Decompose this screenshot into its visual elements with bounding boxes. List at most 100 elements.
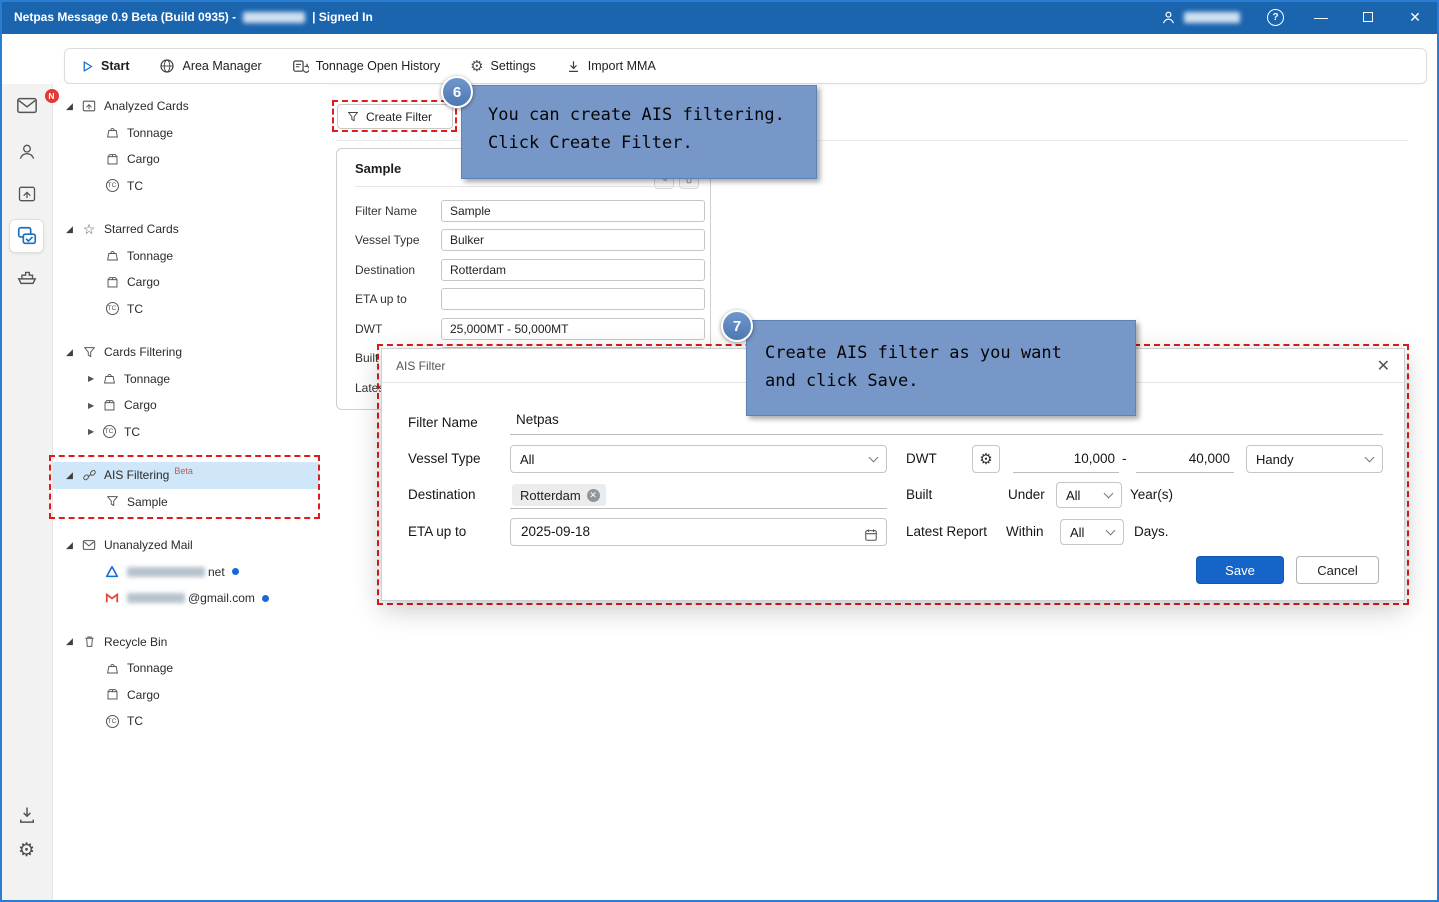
expand-icon[interactable]: ◢: [66, 540, 81, 551]
sidebar-item-label: Cargo: [127, 688, 160, 702]
sidebar-item-cards-filtering[interactable]: ◢ Cards Filtering: [53, 339, 327, 366]
contacts-rail-button[interactable]: [0, 142, 53, 162]
built-prefix: Under: [1008, 487, 1045, 502]
filter-icon: [104, 495, 120, 508]
settings-button[interactable]: ⚙ Settings: [470, 59, 536, 74]
app-window: Netpas Message 0.9 Beta (Build 0935) - |…: [0, 0, 1439, 902]
sidebar-item-unanalyzed-mail[interactable]: ◢ Unanalyzed Mail: [53, 532, 327, 559]
sidebar-item-mail-account-2[interactable]: @gmail.com: [53, 585, 327, 612]
help-button[interactable]: ?: [1267, 9, 1284, 26]
remove-destination-icon[interactable]: ✕: [587, 489, 600, 502]
sidebar-item-analyzed-cards[interactable]: ◢ Analyzed Cards: [53, 93, 327, 120]
sidebar-item-cargo[interactable]: Cargo: [53, 146, 327, 173]
cards-icon: [16, 225, 38, 247]
sidebar-item-cargo[interactable]: ▶ Cargo: [53, 392, 327, 419]
vessel-type-input[interactable]: Bulker: [441, 229, 705, 251]
calendar-icon[interactable]: [864, 525, 878, 551]
maximize-button[interactable]: [1358, 7, 1378, 27]
latest-report-select[interactable]: All: [1060, 519, 1124, 545]
dwt-input[interactable]: 25,000MT - 50,000MT: [441, 318, 705, 340]
mail-rail-button[interactable]: N: [0, 94, 53, 121]
analyzed-rail-button[interactable]: [0, 184, 53, 204]
eta-date-input[interactable]: 2025-09-18: [510, 518, 887, 546]
eta-input[interactable]: [441, 288, 705, 310]
sidebar-item-mail-account-1[interactable]: net: [53, 559, 327, 586]
tc-icon: TC: [104, 715, 120, 728]
minimize-button[interactable]: —: [1311, 7, 1331, 27]
tonnage-open-history-button[interactable]: Tonnage Open History: [292, 58, 440, 75]
history-icon: [292, 58, 309, 75]
dwt-max-input[interactable]: 40,000: [1136, 445, 1234, 473]
download-rail-button[interactable]: [0, 805, 53, 825]
dwt-settings-button[interactable]: ⚙: [972, 445, 1000, 473]
create-filter-button[interactable]: Create Filter: [337, 104, 453, 129]
redacted-username: [1184, 12, 1240, 23]
sidebar-item-ais-filtering[interactable]: ◢ AIS Filtering Beta: [53, 462, 319, 489]
download-icon: [17, 805, 37, 825]
window-title: Netpas Message 0.9 Beta (Build 0935) - |…: [14, 10, 373, 24]
collapsed-icon[interactable]: ▶: [88, 401, 101, 410]
ship-rail-button[interactable]: [0, 266, 53, 288]
collapsed-icon[interactable]: ▶: [88, 427, 101, 436]
latest-report-label: Latest Report: [906, 524, 987, 539]
built-select[interactable]: All: [1056, 482, 1122, 508]
filter-name-input[interactable]: Sample: [441, 200, 705, 222]
sidebar-item-sample-filter[interactable]: Sample: [53, 489, 327, 516]
notification-badge: N: [45, 89, 59, 103]
expand-icon[interactable]: ◢: [66, 470, 81, 481]
sidebar-item-tonnage[interactable]: ▶ Tonnage: [53, 366, 327, 393]
dwt-min-input[interactable]: 10,000: [1013, 445, 1119, 473]
cancel-button[interactable]: Cancel: [1296, 556, 1379, 584]
expand-icon[interactable]: ◢: [66, 224, 81, 235]
sidebar-item-label: Tonnage: [124, 372, 170, 386]
settings-rail-button[interactable]: ⚙: [0, 841, 53, 860]
start-button[interactable]: Start: [81, 59, 129, 73]
sidebar-item-label: net: [208, 565, 225, 579]
sidebar-item-label: Starred Cards: [104, 222, 179, 236]
person-icon: [17, 142, 37, 162]
sidebar-item-tc[interactable]: TC TC: [53, 708, 327, 735]
sidebar-item-tc[interactable]: TC TC: [53, 173, 327, 200]
mail-icon: [81, 538, 97, 552]
play-icon: [81, 60, 94, 73]
ais-link-icon: [81, 468, 97, 483]
step-7-marker: 7: [721, 310, 753, 342]
close-button[interactable]: ✕: [1405, 7, 1425, 27]
sidebar-item-recycle-bin[interactable]: ◢ Recycle Bin: [53, 629, 327, 656]
destination-tag: Rotterdam ✕: [512, 484, 606, 506]
sidebar-item-label: TC: [127, 714, 143, 728]
area-manager-button[interactable]: Area Manager: [159, 58, 261, 74]
dwt-size-select[interactable]: Handy: [1246, 445, 1383, 473]
panel-title: Sample: [355, 161, 401, 176]
sidebar-item-label: TC: [127, 179, 143, 193]
expand-icon[interactable]: ◢: [66, 347, 81, 358]
sidebar-item-tc[interactable]: TC TC: [53, 296, 327, 323]
sidebar-item-tonnage[interactable]: Tonnage: [53, 120, 327, 147]
sidebar-item-cargo[interactable]: Cargo: [53, 682, 327, 709]
save-button[interactable]: Save: [1196, 556, 1284, 584]
cards-rail-button-selected[interactable]: [9, 219, 44, 253]
built-label: Built: [906, 487, 932, 502]
sidebar-item-starred-cards[interactable]: ◢ ☆ Starred Cards: [53, 216, 327, 243]
chevron-down-icon: [1104, 489, 1114, 499]
expand-icon[interactable]: ◢: [66, 636, 81, 647]
step-6-marker: 6: [441, 76, 473, 108]
expand-icon[interactable]: ◢: [66, 101, 81, 112]
sidebar-item-tc[interactable]: ▶ TC TC: [53, 419, 327, 446]
close-icon[interactable]: ✕: [1377, 356, 1390, 376]
account-menu[interactable]: [1160, 9, 1240, 26]
sidebar-item-tonnage[interactable]: Tonnage: [53, 243, 327, 270]
signed-in-label: | Signed In: [312, 10, 373, 24]
destination-input[interactable]: Rotterdam: [441, 259, 705, 281]
filter-icon: [81, 346, 97, 359]
collapsed-icon[interactable]: ▶: [88, 374, 101, 383]
gear-icon: ⚙: [18, 841, 35, 860]
import-mma-button[interactable]: Import MMA: [566, 59, 656, 74]
tc-icon: TC: [104, 302, 120, 315]
icon-rail: N ⚙: [0, 84, 53, 902]
sidebar-item-cargo[interactable]: Cargo: [53, 269, 327, 296]
sidebar-item-tonnage[interactable]: Tonnage: [53, 655, 327, 682]
app-title-text: Netpas Message 0.9 Beta (Build 0935) -: [14, 10, 236, 24]
vessel-type-select[interactable]: All: [510, 445, 887, 473]
unread-indicator: [232, 568, 239, 575]
